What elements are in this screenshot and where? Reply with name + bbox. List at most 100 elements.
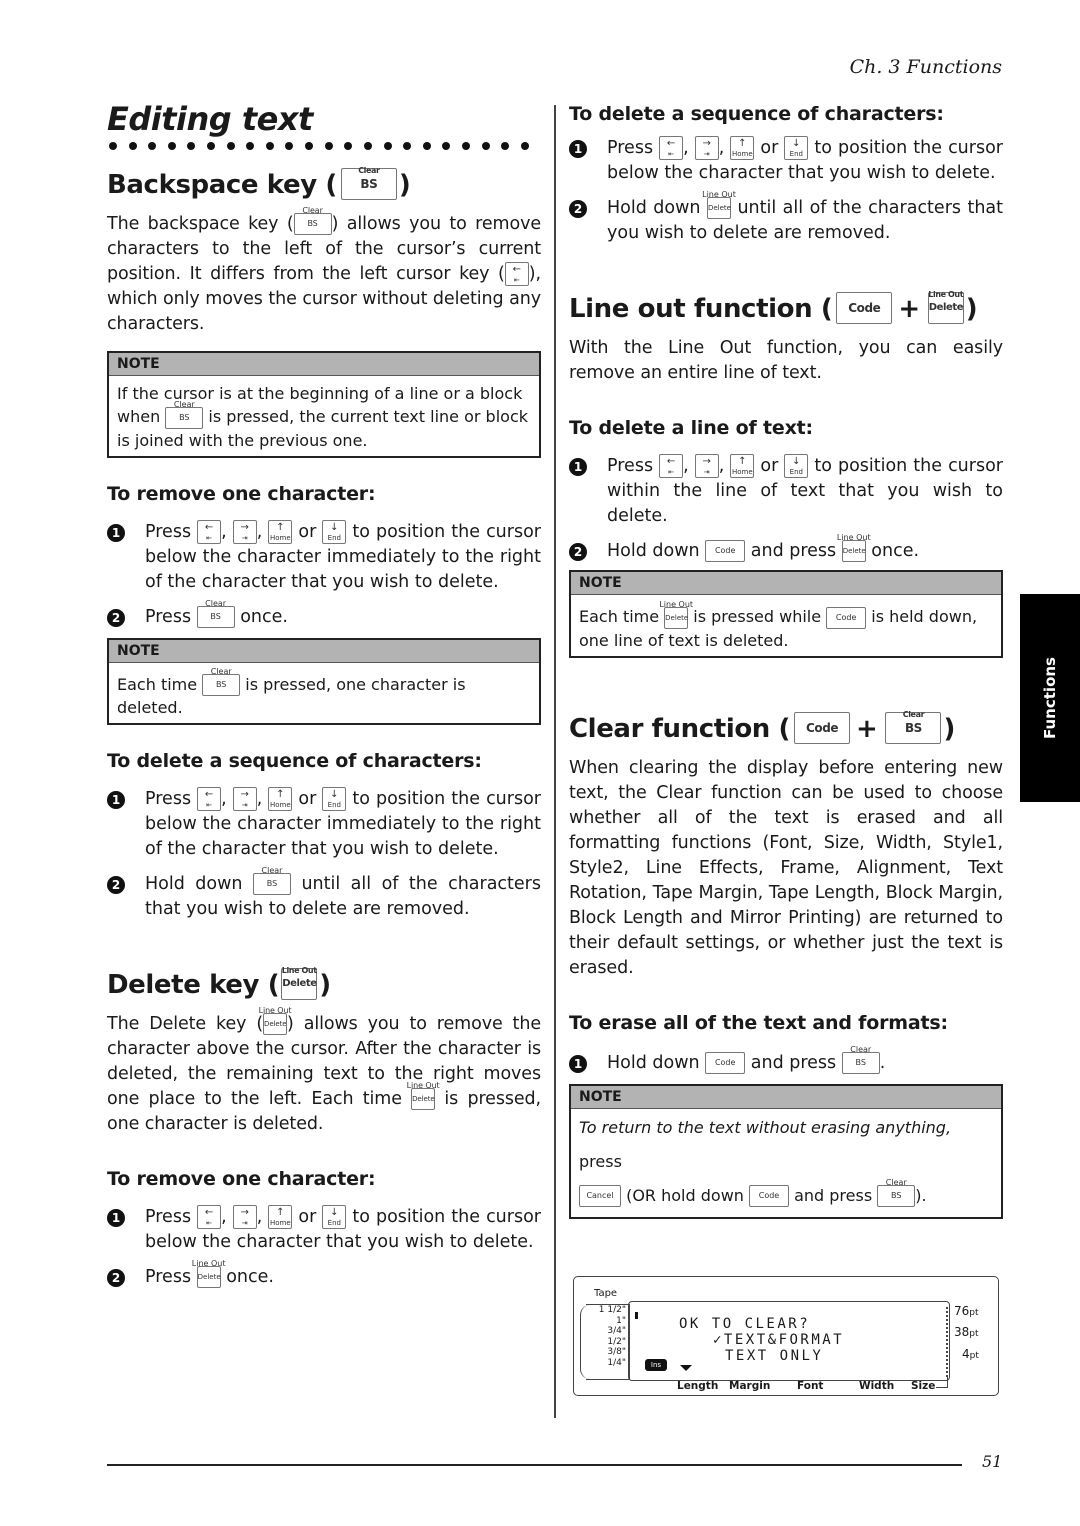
code-key-icon: Code [749,1185,789,1207]
delete-key-heading: Delete key ( Line Out Delete ) [107,966,331,1000]
step-1: 1 Hold down Code and press Clear BS. [569,1045,1003,1076]
code-key-icon: Code [826,606,867,629]
delete-key-icon: Line Out Delete [281,966,318,1000]
lcd-display: Tape 1 1/2" 1" 3/4" 1/2" 3/8" 1/4" OK TO… [573,1276,999,1396]
chapter-header: Ch. 3 Functions [849,56,1002,78]
left-cursor-key-icon: ← ⇤ [504,262,529,286]
cursor-icon [635,1312,638,1319]
right-cursor-key-icon: → ⇥ [232,519,257,544]
bs-key-icon: Clear BS [202,667,241,696]
down-end-key-icon: ↓ End [322,787,347,811]
lcd-line-2: ✓TEXT&FORMAT [713,1332,845,1348]
size-scale-bar [946,1307,948,1377]
code-key-icon: Code [794,711,851,744]
down-end-key-icon: ↓ End [322,519,347,544]
code-key-icon: Code [705,1051,746,1074]
erase-all-steps: 1 Hold down Code and press Clear BS. [569,1045,1003,1076]
down-end-key-icon: ↓ End [784,454,809,478]
right-cursor-key-icon: → ⇥ [232,1205,257,1229]
label-size: Size [911,1380,936,1392]
clear-function-paragraph: When clearing the display before enterin… [569,757,1003,978]
step-2: 2 Hold down Code and press Line Out Delet… [569,533,1003,564]
delete-key-icon: Line Out Delete [927,290,964,324]
down-triangle-icon [680,1365,692,1371]
remove-one-steps: 1 Press ← ⇤, → ⇥, ↑ Home or ↓ End to positio… [107,519,541,630]
note-box: NOTE Each time Line Out Delete is pressed… [569,570,1003,658]
step-1: 1 Press ← ⇤, → ⇥, ↑ Home or ↓ End to positio… [107,1205,541,1255]
left-cursor-key-icon: ← ⇤ [197,787,222,811]
up-home-key-icon: ↑ Home [268,787,293,811]
left-cursor-key-icon: ← ⇤ [659,136,684,160]
delete-key-icon: Line Out Delete [702,190,736,219]
size-76: 76pt [954,1304,979,1318]
step-2: 2 Hold down Clear BS until all of the cha… [107,866,541,922]
bs-key-icon: Clear BS [340,166,397,200]
bs-key-icon: Clear BS [885,710,942,744]
bs-key-icon: Clear BS [252,866,291,895]
step-2: 2 Press Line Out Delete once. [107,1259,541,1290]
delete-key-paragraph: The Delete key (Line Out Delete) allows y… [107,1006,542,1134]
step-1: 1 Press ← ⇤, → ⇥, ↑ Home or ↓ End to positio… [107,519,541,595]
bs-key-icon: Clear BS [196,599,235,628]
page-title: Editing text [107,100,313,138]
up-home-key-icon: ↑ Home [268,519,293,544]
lcd-line-1: OK TO CLEAR? [679,1316,811,1332]
dotted-rule [109,142,529,150]
cancel-key-icon: Cancel [579,1185,621,1207]
step-2: 2 Press Clear BS once. [107,599,541,630]
line-out-heading: Line out function ( Code + Line Out Delet… [569,290,978,324]
delete-key-icon: Line Out Delete [407,1081,440,1110]
label-font: Font [797,1380,824,1392]
delete-key-icon: Line Out Delete [837,533,871,562]
down-end-key-icon: ↓ End [322,1205,347,1229]
page-number: 51 [982,1452,1003,1471]
bs-key-icon: Clear BS [293,206,332,235]
delete-key-icon: Line Out Delete [192,1259,225,1288]
code-key-icon: Code [705,540,746,562]
bs-key-icon: Clear BS [841,1045,880,1074]
clear-function-heading: Clear function ( Code + Clear BS ) [569,709,955,744]
delete-sequence-heading: To delete a sequence of characters: [569,103,944,125]
right-cursor-key-icon: → ⇥ [694,454,719,478]
left-cursor-key-icon: ← ⇤ [659,454,684,478]
backspace-heading: Backspace key ( Clear BS ) [107,166,411,200]
step-2: 2 Hold down Line Out Delete until all of … [569,190,1003,246]
ins-indicator: Ins [645,1359,667,1371]
right-cursor-key-icon: → ⇥ [694,136,719,160]
label-length: Length [677,1380,719,1392]
delete-line-heading: To delete a line of text: [569,417,813,439]
size-38: 38pt [954,1325,979,1339]
step-1: 1 Press ← ⇤, → ⇥, ↑ Home or ↓ End to positio… [569,136,1003,186]
step-1: 1 Press ← ⇤, → ⇥, ↑ Home or ↓ End to positio… [107,787,541,862]
delete-sequence-heading: To delete a sequence of characters: [107,750,482,772]
backspace-paragraph: The backspace key (Clear BS) allows you t… [107,206,541,334]
tape-size-scale: 1 1/2" 1" 3/4" 1/2" 3/8" 1/4" [580,1304,630,1380]
remove-one-heading: To remove one character: [107,1168,376,1190]
delete-key-icon: Line Out Delete [659,600,693,629]
remove-one-steps: 1 Press ← ⇤, → ⇥, ↑ Home or ↓ End to positio… [107,1205,541,1290]
bs-key-icon: Clear BS [877,1178,916,1207]
remove-one-heading: To remove one character: [107,482,376,505]
left-cursor-key-icon: ← ⇤ [197,1205,222,1229]
up-home-key-icon: ↑ Home [268,1205,293,1229]
lcd-screen: OK TO CLEAR? ✓TEXT&FORMAT TEXT ONLY Ins [628,1301,950,1381]
delete-line-steps: 1 Press ← ⇤, → ⇥, ↑ Home or ↓ End to positio… [569,454,1003,564]
up-home-key-icon: ↑ Home [730,136,755,160]
column-divider [554,105,556,1418]
delete-sequence-steps: 1 Press ← ⇤, → ⇥, ↑ Home or ↓ End to positio… [107,787,541,922]
footer-rule [107,1464,962,1466]
tape-label: Tape [594,1288,618,1299]
left-cursor-key-icon: ← ⇤ [197,519,222,544]
right-column: To delete a sequence of characters: 1 Pr… [569,100,1003,1233]
delete-key-icon: Line Out Delete [259,1006,292,1035]
up-home-key-icon: ↑ Home [730,454,755,478]
code-key-icon: Code [836,292,893,324]
erase-all-heading: To erase all of the text and formats: [569,1011,948,1034]
delete-sequence-steps: 1 Press ← ⇤, → ⇥, ↑ Home or ↓ End to positio… [569,136,1003,246]
bs-key-icon: Clear BS [165,400,204,429]
note-box: NOTE Each time Clear BS is pressed, one c… [107,637,541,725]
lcd-line-3: TEXT ONLY [725,1348,824,1364]
note-box: NOTE To return to the text without erasi… [569,1083,1003,1219]
down-end-key-icon: ↓ End [784,136,809,160]
size-4: 4pt [962,1347,979,1361]
